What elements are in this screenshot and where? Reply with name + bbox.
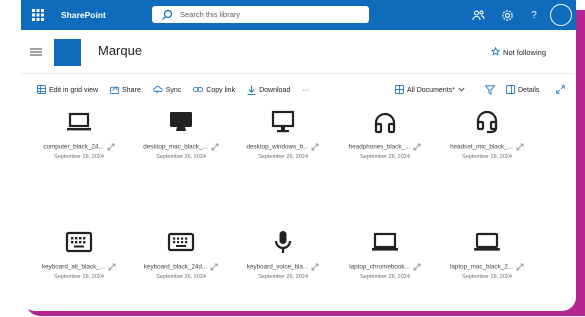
details-pane-icon xyxy=(506,85,515,96)
filter-icon xyxy=(484,84,496,97)
headphones-icon xyxy=(370,107,400,137)
sync-button[interactable]: Sync xyxy=(153,85,182,96)
file-date: September 26, 2024 xyxy=(258,154,308,160)
shared-icon xyxy=(108,263,116,271)
laptop-icon xyxy=(64,107,94,137)
screenshot-frame: SharePoint Search this library ? Marque xyxy=(0,0,585,317)
file-date: September 26, 2024 xyxy=(462,274,512,280)
avatar[interactable] xyxy=(550,4,572,26)
file-name[interactable]: keyboard_alt_black_... xyxy=(29,263,129,271)
file-date: September 26, 2024 xyxy=(54,274,104,280)
command-bar: Edit in grid view Share Sync Copy link D… xyxy=(21,74,576,107)
shared-icon xyxy=(210,263,218,271)
share-button[interactable]: Share xyxy=(110,85,141,96)
shared-icon xyxy=(413,143,421,151)
download-label: Download xyxy=(259,87,291,94)
chevron-down-icon xyxy=(458,87,465,94)
file-date: September 26, 2024 xyxy=(360,274,410,280)
file-tile[interactable]: laptop_mac_black_2... September 26, 2024 xyxy=(437,227,537,280)
desktop-mac-icon xyxy=(166,107,196,137)
headset-mic-icon xyxy=(472,107,502,137)
file-tile[interactable]: laptop_chromebook... September 26, 2024 xyxy=(335,227,435,280)
file-date: September 26, 2024 xyxy=(156,274,206,280)
file-date: September 26, 2024 xyxy=(360,154,410,160)
file-tile[interactable]: headset_mic_black_... September 26, 2024 xyxy=(437,107,537,160)
view-grid-icon xyxy=(395,85,404,96)
sync-label: Sync xyxy=(165,87,182,94)
filter-button[interactable] xyxy=(484,74,496,107)
details-button[interactable]: Details xyxy=(506,74,539,107)
view-switcher[interactable]: All Documents* xyxy=(395,74,465,107)
follow-button[interactable]: Not following xyxy=(490,46,546,58)
desktop-windows-icon xyxy=(268,107,298,137)
details-label: Details xyxy=(518,87,540,94)
shared-icon xyxy=(516,263,524,271)
file-tile[interactable]: desktop_windows_b... September 26, 2024 xyxy=(233,107,333,160)
file-name[interactable]: laptop_mac_black_2... xyxy=(437,263,537,271)
laptop-chromebook-icon xyxy=(370,227,400,257)
star-icon xyxy=(490,46,501,58)
keyboard-icon xyxy=(166,227,196,257)
file-tile[interactable]: keyboard_voice_bla... September 26, 2024 xyxy=(233,227,333,280)
share-icon xyxy=(110,85,119,96)
help-icon[interactable]: ? xyxy=(527,8,541,22)
shared-icon xyxy=(516,143,524,151)
settings-gear-icon[interactable] xyxy=(500,8,514,22)
file-tile[interactable]: keyboard_alt_black_... September 26, 2024 xyxy=(29,227,129,280)
search-box[interactable]: Search this library xyxy=(152,6,369,23)
file-tile[interactable]: desktop_mac_black_... September 26, 2024 xyxy=(131,107,231,160)
expand-icon xyxy=(556,85,565,96)
share-people-icon[interactable] xyxy=(471,8,485,22)
shared-icon xyxy=(413,263,421,271)
file-tile[interactable]: computer_black_24... September 26, 2024 xyxy=(29,107,129,160)
expand-button[interactable] xyxy=(556,74,565,107)
link-icon xyxy=(193,86,204,95)
edit-grid-label: Edit in grid view xyxy=(49,87,99,94)
download-button[interactable]: Download xyxy=(247,85,290,97)
file-date: September 26, 2024 xyxy=(54,154,104,160)
file-date: September 26, 2024 xyxy=(462,154,512,160)
file-name[interactable]: keyboard_voice_bla... xyxy=(233,263,333,271)
edit-grid-button[interactable]: Edit in grid view xyxy=(37,85,98,96)
copy-link-label: Copy link xyxy=(206,87,236,94)
shared-icon xyxy=(107,143,115,151)
microphone-icon xyxy=(268,227,298,257)
copy-link-button[interactable]: Copy link xyxy=(193,86,235,95)
file-tile[interactable]: headphones_black_... September 26, 2024 xyxy=(335,107,435,160)
sync-icon xyxy=(153,85,163,96)
page-title: Marque xyxy=(98,43,143,58)
sharepoint-window: SharePoint Search this library ? Marque xyxy=(21,0,576,311)
file-name[interactable]: headphones_black_... xyxy=(335,143,435,151)
menu-icon[interactable] xyxy=(30,45,42,57)
download-icon xyxy=(247,85,256,97)
search-input[interactable]: Search this library xyxy=(180,10,240,19)
site-logo xyxy=(54,39,81,66)
suite-header: SharePoint Search this library ? xyxy=(21,0,576,30)
shared-icon xyxy=(211,143,219,151)
more-icon: ··· xyxy=(302,87,310,94)
keyboard-alt-icon xyxy=(64,227,94,257)
app-name[interactable]: SharePoint xyxy=(61,10,106,20)
search-icon xyxy=(160,8,174,22)
file-date: September 26, 2024 xyxy=(156,154,206,160)
shared-icon xyxy=(311,143,319,151)
view-label: All Documents* xyxy=(407,87,455,94)
share-label: Share xyxy=(122,87,141,94)
file-tile[interactable]: keyboard_black_24d... September 26, 2024 xyxy=(131,227,231,280)
follow-label: Not following xyxy=(503,48,546,57)
grid-icon xyxy=(37,85,46,96)
file-name[interactable]: keyboard_black_24d... xyxy=(131,263,231,271)
app-launcher-icon[interactable] xyxy=(29,6,47,24)
site-header: Marque Not following xyxy=(21,30,576,74)
file-name[interactable]: laptop_chromebook... xyxy=(335,263,435,271)
more-button[interactable]: ··· xyxy=(302,87,309,94)
file-name[interactable]: headset_mic_black_... xyxy=(437,143,537,151)
laptop-mac-icon xyxy=(472,227,502,257)
file-name[interactable]: desktop_mac_black_... xyxy=(131,143,231,151)
file-name[interactable]: computer_black_24... xyxy=(29,143,129,151)
file-name[interactable]: desktop_windows_b... xyxy=(233,143,333,151)
file-date: September 26, 2024 xyxy=(258,274,308,280)
shared-icon xyxy=(311,263,319,271)
